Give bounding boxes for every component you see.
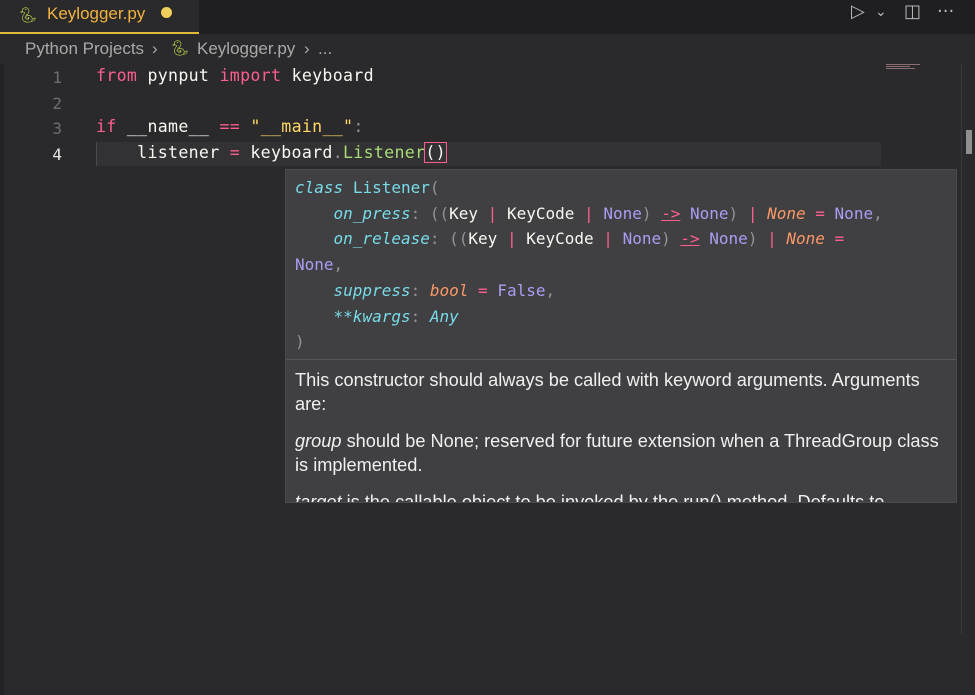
line-number: 2 <box>52 94 62 113</box>
signature-keyword: class <box>295 178 344 197</box>
signature-none: None <box>709 229 748 249</box>
signature-block: class Listener( on_press: ((Key | KeyCod… <box>295 178 883 352</box>
code-line-1[interactable]: from pynput import keyboard <box>96 66 374 85</box>
more-actions-icon[interactable]: ··· <box>937 2 954 22</box>
string-literal: "__main__" <box>250 117 354 136</box>
module-name: pynput <box>147 66 210 85</box>
punctuation: : <box>353 117 364 136</box>
hover-docstring: This constructor should always be called… <box>295 368 950 503</box>
keyword: import <box>219 66 282 85</box>
signature-none: None <box>834 203 874 223</box>
editor-tab-keylogger[interactable]: 🐍︎ Keylogger.py <box>0 0 199 34</box>
punctuation: . <box>332 143 344 162</box>
doc-emphasis: group <box>295 431 342 451</box>
line-number-active: 4 <box>52 145 62 164</box>
breadcrumb: Python Projects › 🐍︎ Keylogger.py › ... <box>0 35 975 63</box>
signature-none: None <box>295 255 334 275</box>
keyword: if <box>96 117 117 136</box>
breadcrumb-folder[interactable]: Python Projects <box>25 39 144 59</box>
doc-paragraph: target is the callable object to be invo… <box>295 490 950 503</box>
signature-param: suppress <box>333 280 411 300</box>
signature-type: Key <box>468 229 498 249</box>
identifier: __name__ <box>126 117 210 136</box>
signature-type: Key <box>449 203 479 223</box>
signature-none: None <box>786 229 825 249</box>
signature-class-name: Listener <box>352 178 430 197</box>
signature-type: KeyCode <box>506 203 575 223</box>
breadcrumb-symbol[interactable]: ... <box>318 39 332 59</box>
signature-none: None <box>767 203 806 223</box>
signature-param: **kwargs <box>333 306 411 326</box>
split-editor-icon[interactable]: ◫ <box>904 2 921 22</box>
signature-arrow: -> <box>661 203 681 223</box>
doc-text: is the callable object to be invoked by … <box>341 492 885 503</box>
tab-title: Keylogger.py <box>47 4 146 23</box>
hover-tooltip[interactable]: class Listener( on_press: ((Key | KeyCod… <box>285 169 957 503</box>
code-line-4[interactable]: listener = keyboard.Listener() <box>96 142 447 163</box>
hover-divider <box>286 359 956 360</box>
bracket-pair: () <box>424 142 447 163</box>
line-number: 3 <box>52 119 62 138</box>
unsaved-dot-icon[interactable] <box>161 7 172 18</box>
doc-emphasis: target <box>295 492 342 503</box>
signature-none: None <box>603 203 642 223</box>
imported-name: keyboard <box>291 66 374 85</box>
breadcrumb-separator: › <box>152 39 158 58</box>
python-icon: 🐍︎ <box>18 6 38 24</box>
doc-paragraph: This constructor should always be called… <box>295 370 920 414</box>
operator: == <box>219 117 241 136</box>
doc-paragraph: group should be None; reserved for futur… <box>295 429 950 477</box>
signature-param: on_release <box>333 229 430 249</box>
signature-none: None <box>622 229 662 249</box>
signature-paren: ( <box>429 178 440 197</box>
breadcrumb-file[interactable]: Keylogger.py <box>197 39 295 59</box>
signature-type: Any <box>429 306 459 326</box>
code-line-3[interactable]: if __name__ == "__main__": <box>96 117 364 136</box>
signature-default: False <box>497 280 546 300</box>
doc-text: should be None; reserved for future exte… <box>295 431 939 475</box>
signature-paren: ) <box>295 332 305 352</box>
identifier: keyboard <box>250 143 333 162</box>
class-call: Listener <box>343 143 426 162</box>
run-icon[interactable]: ▷ <box>851 2 865 22</box>
signature-param: on_press <box>333 203 411 223</box>
chevron-down-icon[interactable]: ⌄ <box>875 2 887 22</box>
keyword: from <box>96 66 138 85</box>
tab-bar: 🐍︎ Keylogger.py ▷ ⌄ ◫ ··· <box>0 0 975 34</box>
identifier: listener <box>137 143 220 162</box>
signature-type: bool <box>429 280 469 300</box>
operator: = <box>229 143 241 162</box>
minimap[interactable] <box>886 64 920 72</box>
signature-type: KeyCode <box>526 229 594 249</box>
breadcrumb-separator: › <box>304 39 310 58</box>
signature-arrow: -> <box>680 229 700 249</box>
signature-none: None <box>690 203 729 223</box>
scrollbar-thumb[interactable] <box>966 130 972 154</box>
line-number: 1 <box>52 68 62 87</box>
python-icon: 🐍︎ <box>170 40 190 57</box>
